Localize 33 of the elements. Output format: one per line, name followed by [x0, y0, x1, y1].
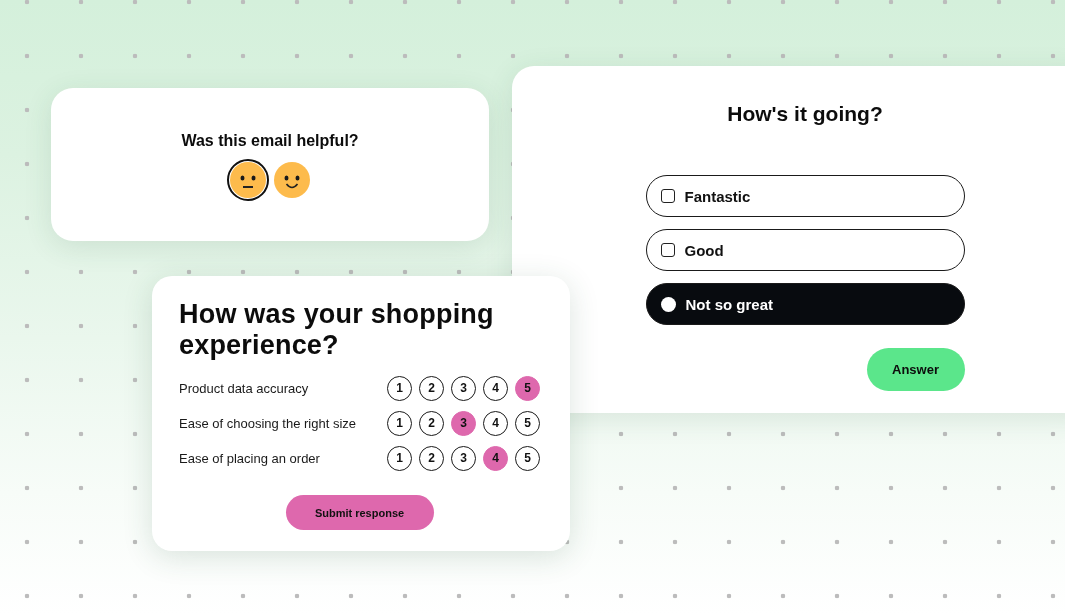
rating-option[interactable]: 3: [451, 445, 476, 471]
rating-option[interactable]: 4: [483, 410, 508, 436]
rating-option[interactable]: 4: [483, 375, 508, 401]
answer-option[interactable]: Not so great: [645, 283, 965, 325]
rating-option[interactable]: 1: [387, 410, 412, 436]
rating-option[interactable]: 2: [419, 375, 444, 401]
answer-option[interactable]: Fantastic: [645, 175, 965, 217]
face-option[interactable]: [227, 158, 269, 201]
checkbox-icon: [660, 243, 675, 257]
rating-option[interactable]: 4: [483, 445, 508, 471]
rating-option[interactable]: 3: [451, 410, 476, 436]
submit-button[interactable]: Submit response: [285, 495, 434, 530]
poll-title: How's it going?: [727, 101, 883, 127]
rating-label: Ease of choosing the right size: [179, 415, 357, 431]
rating-option[interactable]: 5: [515, 410, 540, 436]
smiling-face-icon: [274, 161, 310, 198]
rating-option[interactable]: 2: [419, 410, 444, 436]
rating-option[interactable]: 5: [515, 375, 540, 401]
face-option[interactable]: [274, 161, 310, 198]
answer-button[interactable]: Answer: [866, 348, 965, 391]
rating-option[interactable]: 1: [387, 445, 412, 471]
rating-option[interactable]: 3: [451, 375, 476, 401]
question-text: Was this email helpful?: [181, 131, 359, 150]
survey-title: How was your shopping experience?: [179, 299, 495, 361]
rating-option[interactable]: 5: [515, 445, 540, 471]
radio-dot-icon: [660, 296, 676, 312]
answer-option[interactable]: Good: [645, 229, 965, 271]
rating-option[interactable]: 2: [419, 445, 444, 471]
neutral-face-icon: [230, 161, 266, 198]
rating-label: Ease of placing an order: [179, 450, 320, 466]
checkbox-icon: [660, 189, 675, 203]
rating-option[interactable]: 1: [387, 375, 412, 401]
rating-label: Product data accuracy: [179, 380, 309, 396]
